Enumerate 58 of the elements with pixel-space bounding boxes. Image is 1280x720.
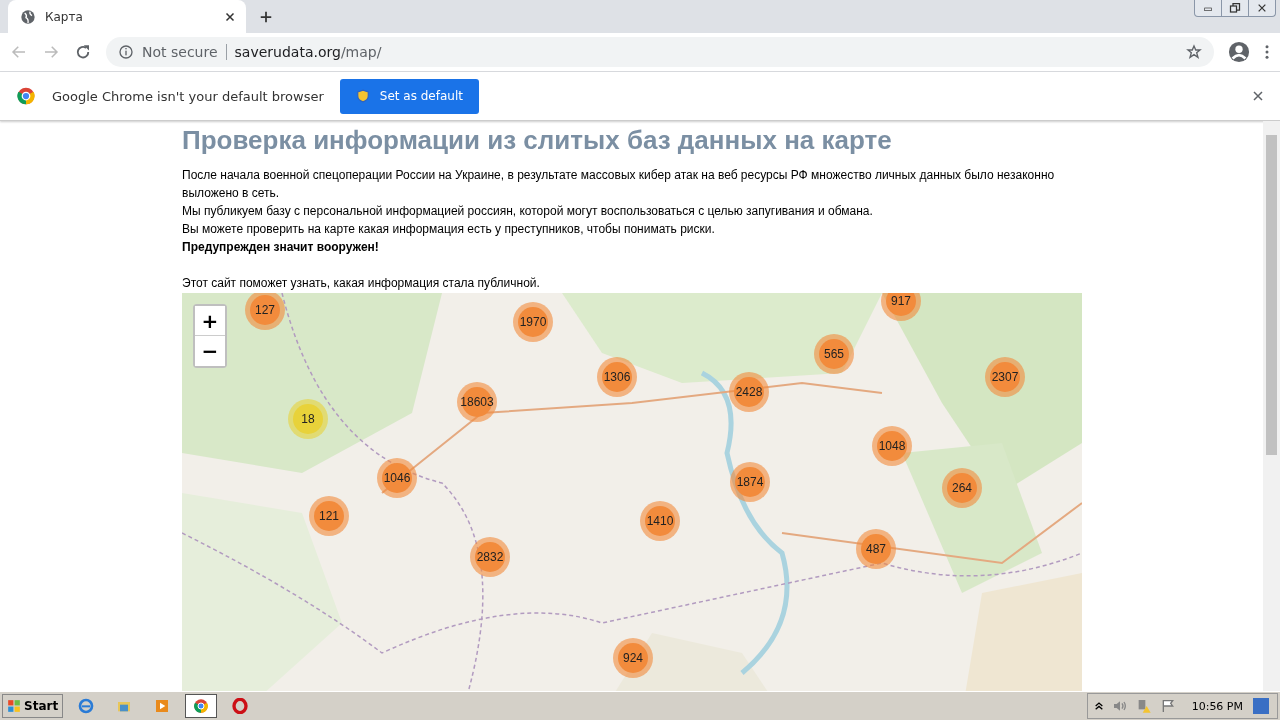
- paragraph: Предупрежден значит вооружен!: [182, 239, 380, 256]
- show-desktop-icon: [1251, 698, 1271, 714]
- address-bar[interactable]: Not secure saverudata.org/map/: [106, 37, 1214, 67]
- cluster-marker[interactable]: 565: [814, 334, 854, 374]
- cluster-marker[interactable]: 1306: [597, 357, 637, 397]
- taskbar-app[interactable]: [185, 694, 218, 718]
- url-text: saverudata.org/map/: [234, 44, 383, 60]
- globe-icon: [20, 8, 36, 25]
- chevron-up-icon: [1093, 701, 1104, 711]
- cluster-marker[interactable]: 2428: [729, 372, 769, 412]
- cluster-marker[interactable]: 264: [942, 468, 982, 508]
- profile-icon[interactable]: [1228, 41, 1250, 63]
- cluster-marker[interactable]: 18603: [457, 382, 497, 422]
- cluster-marker[interactable]: 127: [245, 293, 285, 330]
- browser-icon: [78, 698, 95, 714]
- cluster-marker[interactable]: 1874: [730, 462, 770, 502]
- close-icon: [1256, 3, 1268, 13]
- browser-tab[interactable]: Карта: [8, 0, 246, 33]
- plus-icon[interactable]: [259, 9, 273, 24]
- cluster-marker[interactable]: 121: [309, 496, 349, 536]
- minimize-icon: [1202, 4, 1214, 12]
- zoom-in-button[interactable]: +: [195, 306, 225, 336]
- cluster-marker[interactable]: 2307: [985, 357, 1025, 397]
- clock: 10:56 PM: [1191, 699, 1243, 713]
- default-browser-message: Google Chrome isn't your default browser: [52, 88, 324, 104]
- cluster-marker[interactable]: 1046: [377, 458, 417, 498]
- page-heading: Проверка информации из слитых баз данных на карте: [182, 125, 893, 156]
- cluster-marker[interactable]: 924: [613, 638, 653, 678]
- cluster-marker[interactable]: 18: [288, 399, 328, 439]
- chrome-icon: [16, 86, 36, 106]
- paragraph: Этот сайт поможет узнать, какая информация стала публичной.: [182, 275, 541, 292]
- cluster-marker[interactable]: 2832: [470, 537, 510, 577]
- cluster-marker[interactable]: 487: [856, 529, 896, 569]
- windows-logo-icon: [7, 699, 21, 713]
- paragraph: Вы можете проверить на карте какая информация есть у преступников, чтобы понимать риски.: [182, 221, 716, 238]
- cluster-marker[interactable]: 1048: [872, 426, 912, 466]
- info-icon: [118, 44, 134, 60]
- cluster-marker[interactable]: 917: [881, 293, 921, 321]
- reload-icon[interactable]: [74, 43, 92, 61]
- restore-icon: [1229, 2, 1241, 14]
- tab-title: Карта: [45, 9, 84, 24]
- cluster-marker[interactable]: 1410: [640, 501, 680, 541]
- star-icon[interactable]: [1186, 44, 1202, 60]
- close-icon[interactable]: [1252, 90, 1264, 102]
- close-icon[interactable]: [224, 10, 236, 23]
- paragraph: После начала военной спецоперации России на Украине, в результате массовых кибер атак на веб ресурсы РФ множество личных данных было незаконно выложено в сеть.: [182, 167, 1056, 202]
- set-default-button[interactable]: Set as default: [339, 78, 479, 114]
- paragraph: Мы публикуем базу с персональной информацией россиян, которой могут воспользоваться с целью запугивания и обмана.: [182, 203, 874, 220]
- map[interactable]: 127 1970 917 565 1306 2428 2307 18603 18 1048 1046 1874 264 121 1410 2832 487 924 + −: [182, 293, 1082, 691]
- media-player-icon: [154, 698, 171, 714]
- security-label: Not secure: [142, 44, 227, 60]
- start-button[interactable]: Start: [2, 694, 64, 718]
- shield-icon: [355, 88, 370, 104]
- menu-icon[interactable]: [1264, 43, 1270, 61]
- opera-icon: [232, 698, 249, 714]
- scrollbar[interactable]: [1263, 121, 1280, 691]
- chrome-icon: [193, 698, 210, 714]
- cluster-marker[interactable]: 1970: [513, 302, 553, 342]
